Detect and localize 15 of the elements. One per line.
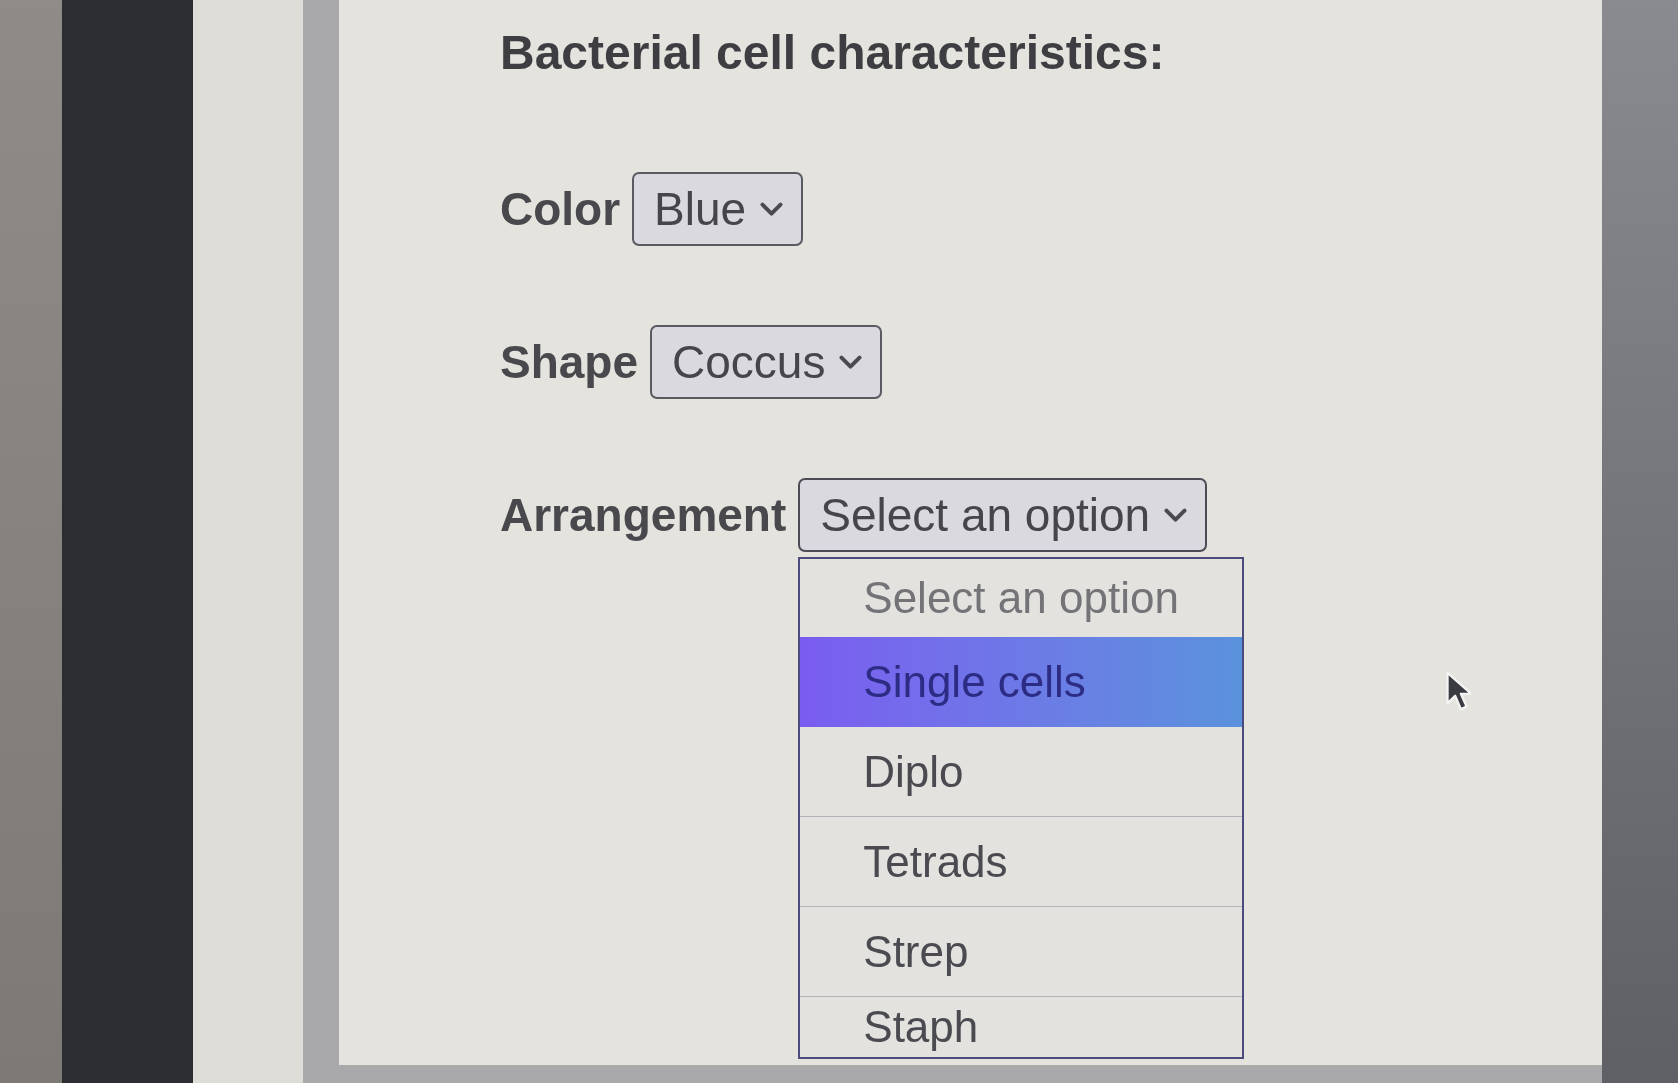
dropdown-option[interactable]: Tetrads (800, 817, 1243, 907)
chevron-down-icon (1164, 507, 1188, 523)
dropdown-option[interactable]: Strep (800, 907, 1243, 997)
dropdown-option[interactable]: Diplo (800, 727, 1243, 817)
section-title: Bacterial cell characteristics: (500, 25, 1165, 81)
mouse-cursor-icon (1445, 671, 1471, 711)
chevron-down-icon (839, 354, 863, 370)
select-dropdown[interactable]: Blue (632, 172, 804, 246)
dropdown-option[interactable]: Staph (800, 997, 1243, 1057)
select-dropdown[interactable]: Select an option (798, 478, 1208, 552)
field-label: Arrangement (500, 488, 787, 542)
field-label: Shape (500, 335, 639, 389)
chevron-down-icon (760, 201, 784, 217)
field-label: Color (500, 182, 621, 236)
select-dropdown[interactable]: Coccus (650, 325, 883, 399)
